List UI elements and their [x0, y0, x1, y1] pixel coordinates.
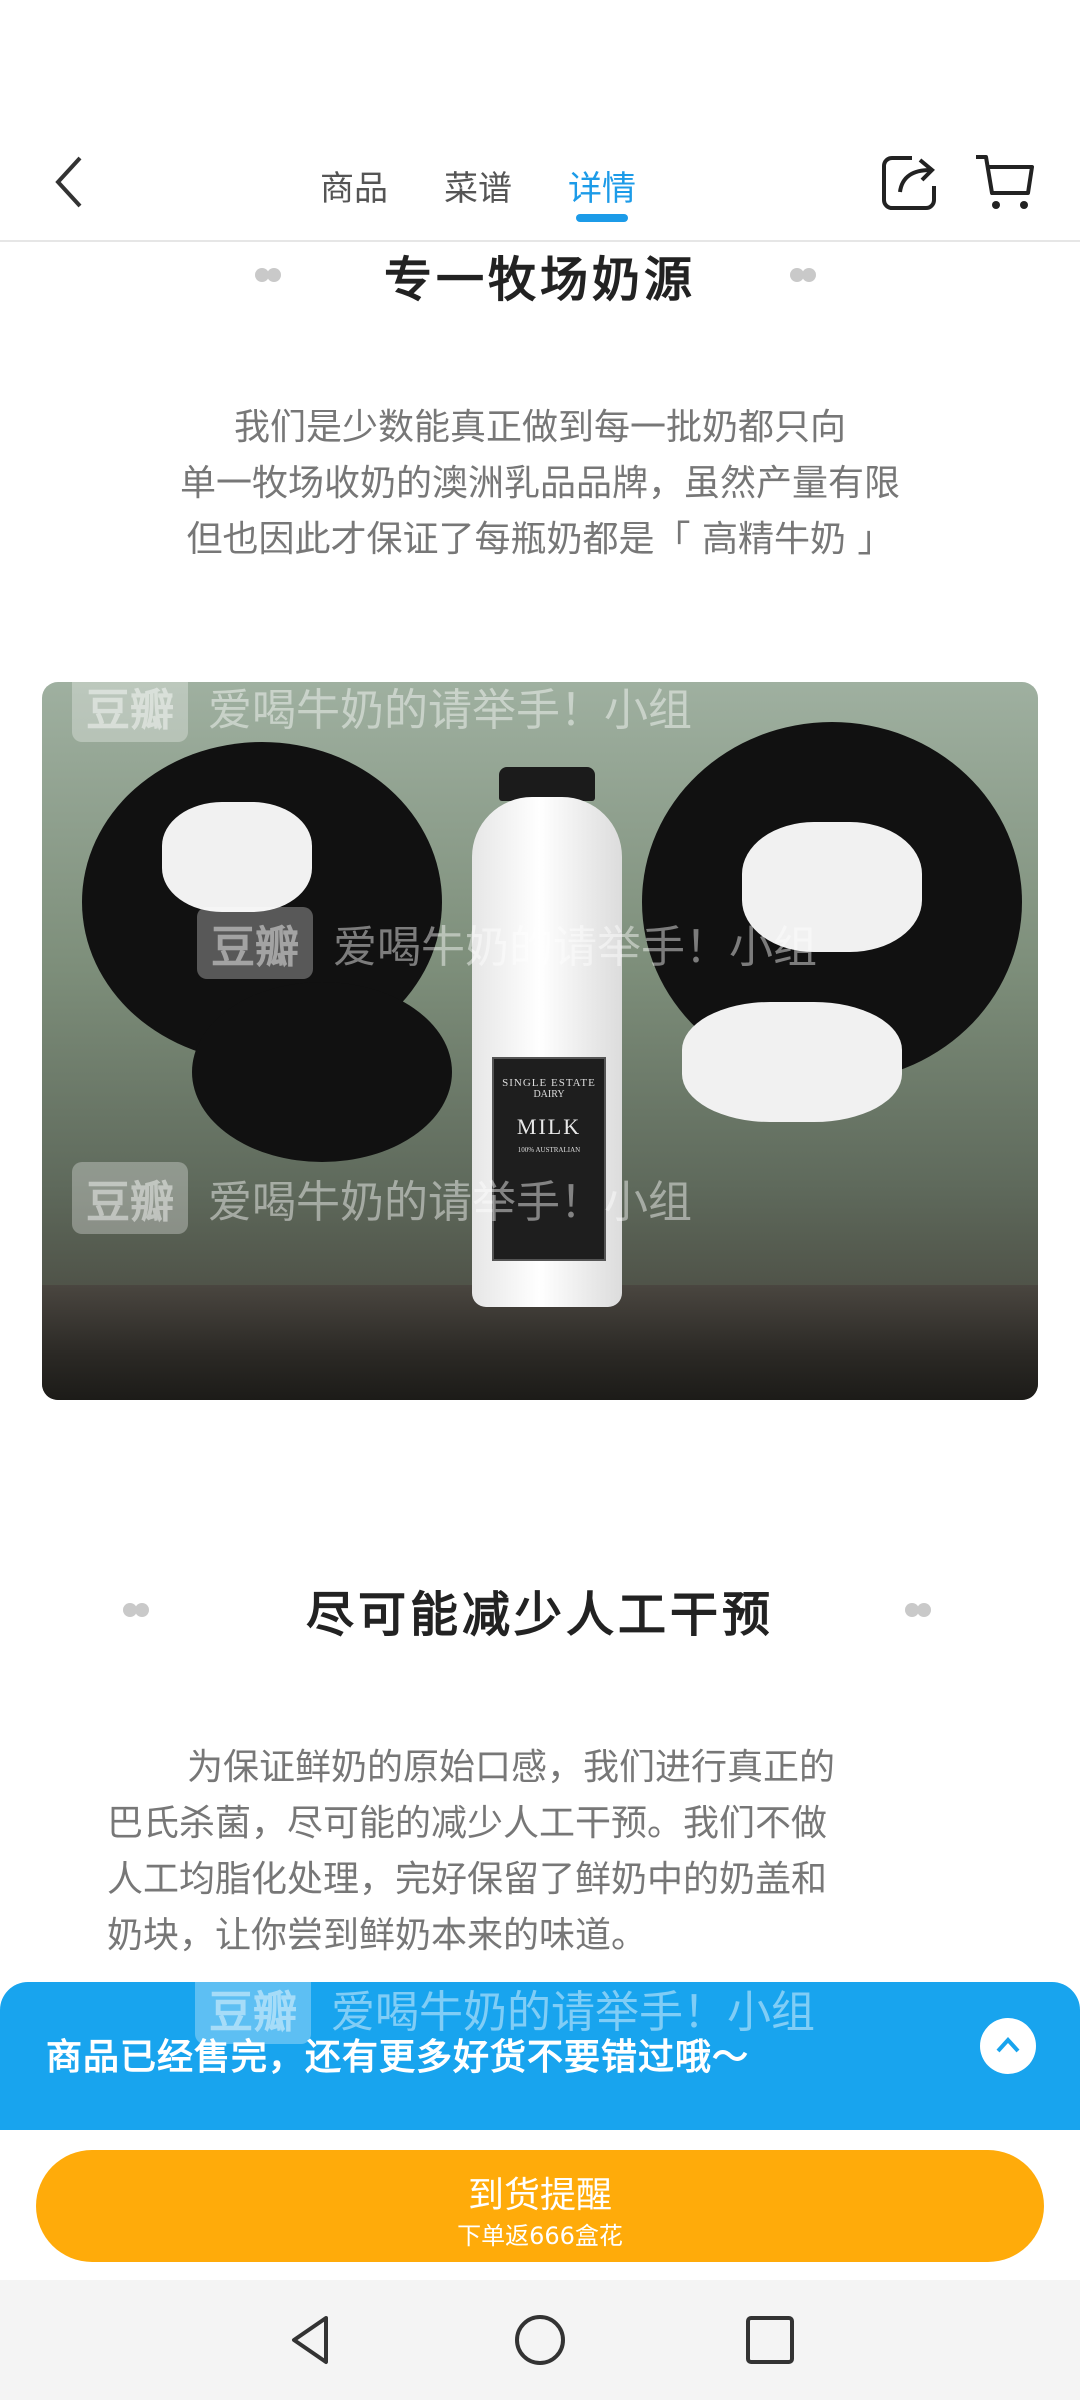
- bottom-action-area: 到货提醒 下单返666盒花: [0, 2130, 1080, 2280]
- expand-button[interactable]: [980, 2018, 1036, 2074]
- paragraph-line: 为保证鲜奶的原始口感，我们进行真正的: [187, 1747, 836, 1788]
- cart-button[interactable]: [965, 138, 1045, 226]
- chevron-up-icon: [996, 2037, 1020, 2053]
- share-icon: [882, 156, 936, 210]
- detail-content[interactable]: 专一牧场奶源 我们是少数能真正做到每一批奶都只向 单一牧场收奶的澳洲乳品品牌，虽…: [0, 240, 1080, 1980]
- cow-shape: [682, 1002, 902, 1122]
- watermark-logo: 豆瓣: [197, 907, 313, 979]
- tab-recipes[interactable]: 菜谱: [444, 130, 512, 240]
- square-recents-icon: [746, 2316, 794, 2364]
- watermark-text: 爱喝牛奶的请举手！小组: [208, 1177, 692, 1228]
- cow-shape: [192, 982, 452, 1162]
- paragraph-line: 巴氏杀菌，尽可能的减少人工干预。我们不做: [107, 1803, 828, 1844]
- watermark: 豆瓣 爱喝牛奶的请举手！小组: [197, 907, 817, 979]
- bottle-label-sub: DAIRY: [533, 1089, 565, 1100]
- status-bar: [0, 0, 1080, 130]
- share-button[interactable]: [870, 138, 950, 226]
- chevron-left-icon: [55, 156, 82, 208]
- paragraph-line: 我们是少数能真正做到每一批奶都只向: [233, 407, 846, 448]
- system-recents-button[interactable]: [732, 2302, 808, 2378]
- bottle-label-origin: 100% AUSTRALIAN: [517, 1146, 581, 1154]
- arrival-reminder-label: 到货提醒: [467, 2175, 612, 2216]
- bottle-cap: [499, 767, 595, 801]
- paragraph-line: 但也因此才保证了每瓶奶都是「 高精牛奶 」: [186, 519, 894, 560]
- title-decoration: [123, 1603, 153, 1617]
- sold-out-banner: 豆瓣 爱喝牛奶的请举手！小组 商品已经售完，还有更多好货不要错过哦～: [0, 1972, 1080, 2130]
- back-button[interactable]: [40, 142, 100, 222]
- watermark-logo: 豆瓣: [72, 682, 188, 742]
- section-title: 专一牧场奶源: [383, 252, 696, 308]
- watermark: 豆瓣 爱喝牛奶的请举手！小组: [72, 682, 692, 742]
- section-paragraph: 我们是少数能真正做到每一批奶都只向 单一牧场收奶的澳洲乳品品牌，虽然产量有限 但…: [100, 400, 980, 568]
- tab-products[interactable]: 商品: [320, 130, 388, 240]
- product-photo: SINGLE ESTATE DAIRY MILK 100% AUSTRALIAN…: [42, 682, 1038, 1400]
- watermark-text: 爱喝牛奶的请举手！小组: [208, 685, 692, 736]
- tab-details[interactable]: 详情: [568, 130, 636, 240]
- system-home-button[interactable]: [502, 2302, 578, 2378]
- circle-home-icon: [515, 2315, 565, 2365]
- system-back-button[interactable]: [272, 2302, 348, 2378]
- section-paragraph: 为保证鲜奶的原始口感，我们进行真正的 巴氏杀菌，尽可能的减少人工干预。我们不做 …: [107, 1740, 977, 1964]
- watermark: 豆瓣 爱喝牛奶的请举手！小组: [72, 1162, 692, 1234]
- title-decoration: [905, 1603, 935, 1617]
- sold-out-text: 商品已经售完，还有更多好货不要错过哦～: [46, 2037, 750, 2078]
- paragraph-line: 单一牧场收奶的澳洲乳品品牌，虽然产量有限: [179, 463, 900, 504]
- system-nav-bar: [0, 2280, 1080, 2400]
- arrival-reminder-button[interactable]: 到货提醒 下单返666盒花: [36, 2150, 1044, 2262]
- title-decoration: [790, 268, 820, 282]
- bottle-label-brand: SINGLE ESTATE: [502, 1077, 596, 1089]
- paragraph-line: 奶块，让你尝到鲜奶本来的味道。: [107, 1915, 648, 1956]
- top-nav: 商品 菜谱 详情: [0, 130, 1080, 242]
- tab-bar: 商品 菜谱 详情: [320, 130, 692, 240]
- bottle-label-product: MILK: [516, 1114, 582, 1139]
- cow-shape: [162, 802, 312, 912]
- watermark-logo: 豆瓣: [72, 1162, 188, 1234]
- title-decoration: [255, 268, 285, 282]
- triangle-back-icon: [292, 2316, 328, 2364]
- cart-icon: [976, 155, 1034, 209]
- watermark-text: 爱喝牛奶的请举手！小组: [333, 922, 817, 973]
- paragraph-line: 人工均脂化处理，完好保留了鲜奶中的奶盖和: [107, 1859, 828, 1900]
- arrival-reminder-sublabel: 下单返666盒花: [457, 2222, 623, 2250]
